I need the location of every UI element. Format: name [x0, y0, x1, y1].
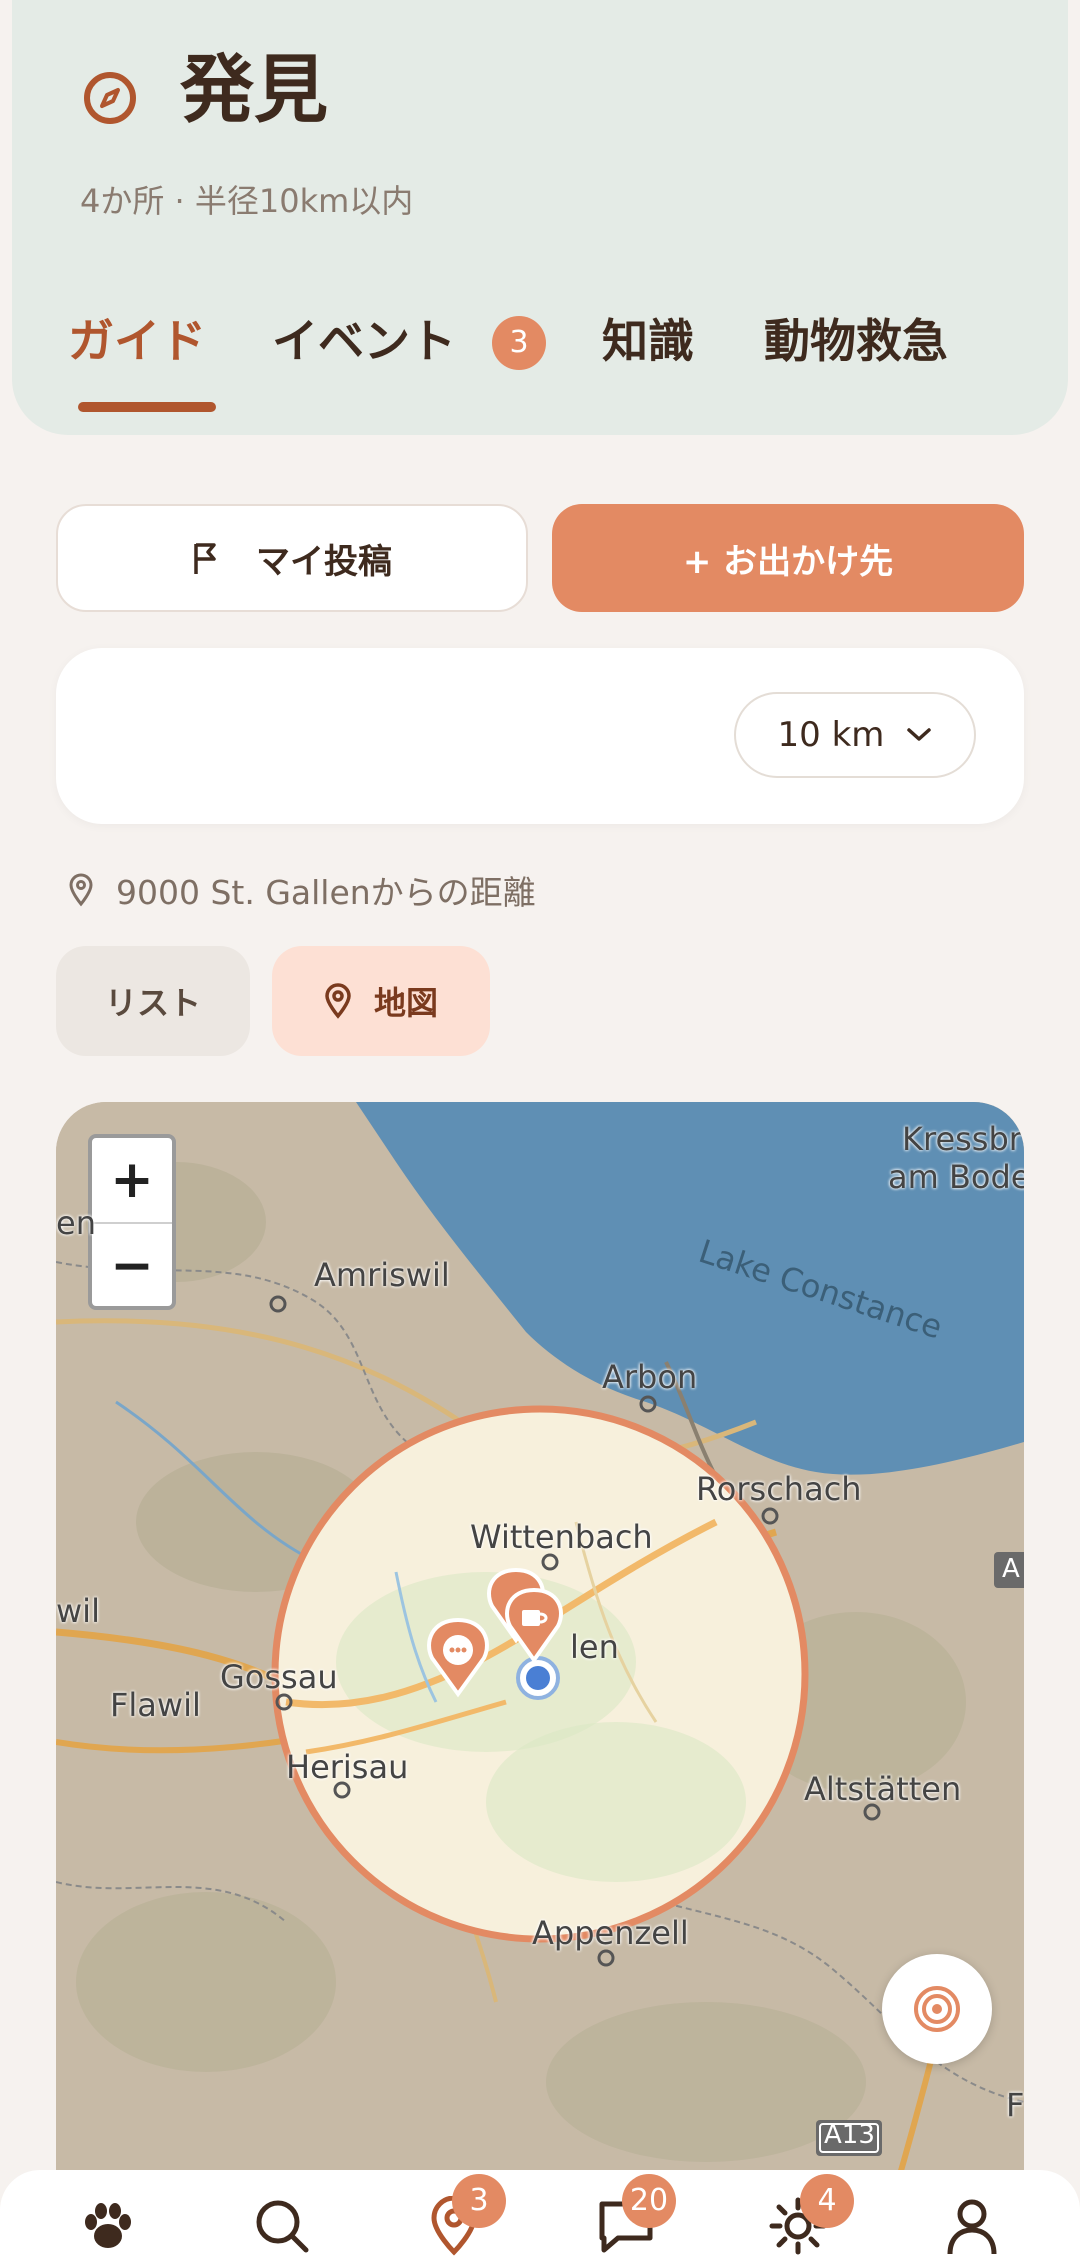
map-label-wil: wil: [56, 1592, 100, 1630]
map-tiles: [56, 1102, 1024, 2222]
distance-origin: 9000 St. Gallenからの距離: [68, 866, 536, 914]
add-destination-button[interactable]: + お出かけ先: [552, 504, 1024, 612]
map-label-f: F: [1006, 2086, 1024, 2124]
search-icon[interactable]: [252, 2196, 312, 2256]
paw-icon[interactable]: [78, 2196, 138, 2256]
tab-animal-emergency[interactable]: 動物救急: [764, 305, 948, 371]
map-label-kressbronn: Kressbr: [902, 1120, 1022, 1158]
distance-origin-label: 9000 St. Gallenからの距離: [116, 873, 536, 912]
tab-events[interactable]: イベント: [272, 305, 456, 371]
flag-icon: [194, 543, 216, 574]
my-posts-button[interactable]: マイ投稿: [56, 504, 528, 612]
zoom-out-button[interactable]: −: [92, 1224, 172, 1308]
map-label-st-gallen: len: [570, 1628, 619, 1666]
active-tab-indicator: [78, 402, 216, 412]
filter-card: 10 km: [56, 648, 1024, 824]
profile-icon[interactable]: [942, 2196, 1002, 2256]
map-label-herisau: Herisau: [286, 1748, 409, 1786]
discover-header: 発見 4か所 · 半径10km以内 ガイド イベント 3 知識 動物救急: [12, 0, 1068, 435]
tab-guide[interactable]: ガイド: [68, 305, 206, 371]
list-view-button[interactable]: リスト: [56, 946, 250, 1056]
add-destination-label: + お出かけ先: [682, 541, 894, 582]
road-shield-a: A: [1002, 1554, 1020, 1584]
tab-knowledge[interactable]: 知識: [602, 305, 694, 371]
map-label-gossau: Gossau: [220, 1658, 338, 1696]
map-label-altstatten: Altstätten: [804, 1770, 962, 1808]
location-pin-icon: [69, 873, 93, 907]
map-label-appenzell: Appenzell: [532, 1914, 689, 1952]
map-label-en: en: [56, 1204, 96, 1242]
zoom-control: + −: [88, 1134, 176, 1310]
target-icon: [914, 1986, 960, 2032]
zoom-in-button[interactable]: +: [92, 1138, 172, 1224]
my-posts-label: マイ投稿: [256, 541, 392, 582]
location-pin-icon: [325, 983, 351, 1019]
map-view-label: 地図: [373, 984, 438, 1022]
road-shield-a13: A13: [824, 2120, 875, 2150]
sun-badge: 4: [800, 2174, 854, 2228]
map-label-flawil: Flawil: [110, 1686, 201, 1724]
radius-select[interactable]: 10 km: [734, 692, 976, 778]
chat-badge: 20: [622, 2174, 676, 2228]
map-label-amriswil: Amriswil: [314, 1256, 450, 1294]
radius-value: 10 km: [777, 715, 885, 755]
recenter-button[interactable]: [882, 1954, 992, 2064]
events-count-badge: 3: [492, 316, 546, 370]
chevron-down-icon: [907, 728, 932, 741]
map-label-arbon: Arbon: [602, 1358, 698, 1396]
map-view-button[interactable]: 地図: [272, 946, 490, 1056]
map-view[interactable]: + − Kressbr am Bode en Amriswil Lake Con…: [56, 1102, 1024, 2222]
page-subtitle: 4か所 · 半径10km以内: [80, 182, 414, 220]
bottom-navigation: 3 20 4: [0, 2170, 1080, 2268]
compass-icon: [84, 72, 136, 124]
page-title: 発見: [180, 47, 328, 133]
map-label-wittenbach: Wittenbach: [470, 1518, 653, 1556]
map-label-rorschach: Rorschach: [696, 1470, 862, 1508]
map-pin-badge: 3: [452, 2174, 506, 2228]
list-view-label: リスト: [104, 984, 201, 1022]
map-label-am-bodensee: am Bode: [888, 1158, 1024, 1196]
